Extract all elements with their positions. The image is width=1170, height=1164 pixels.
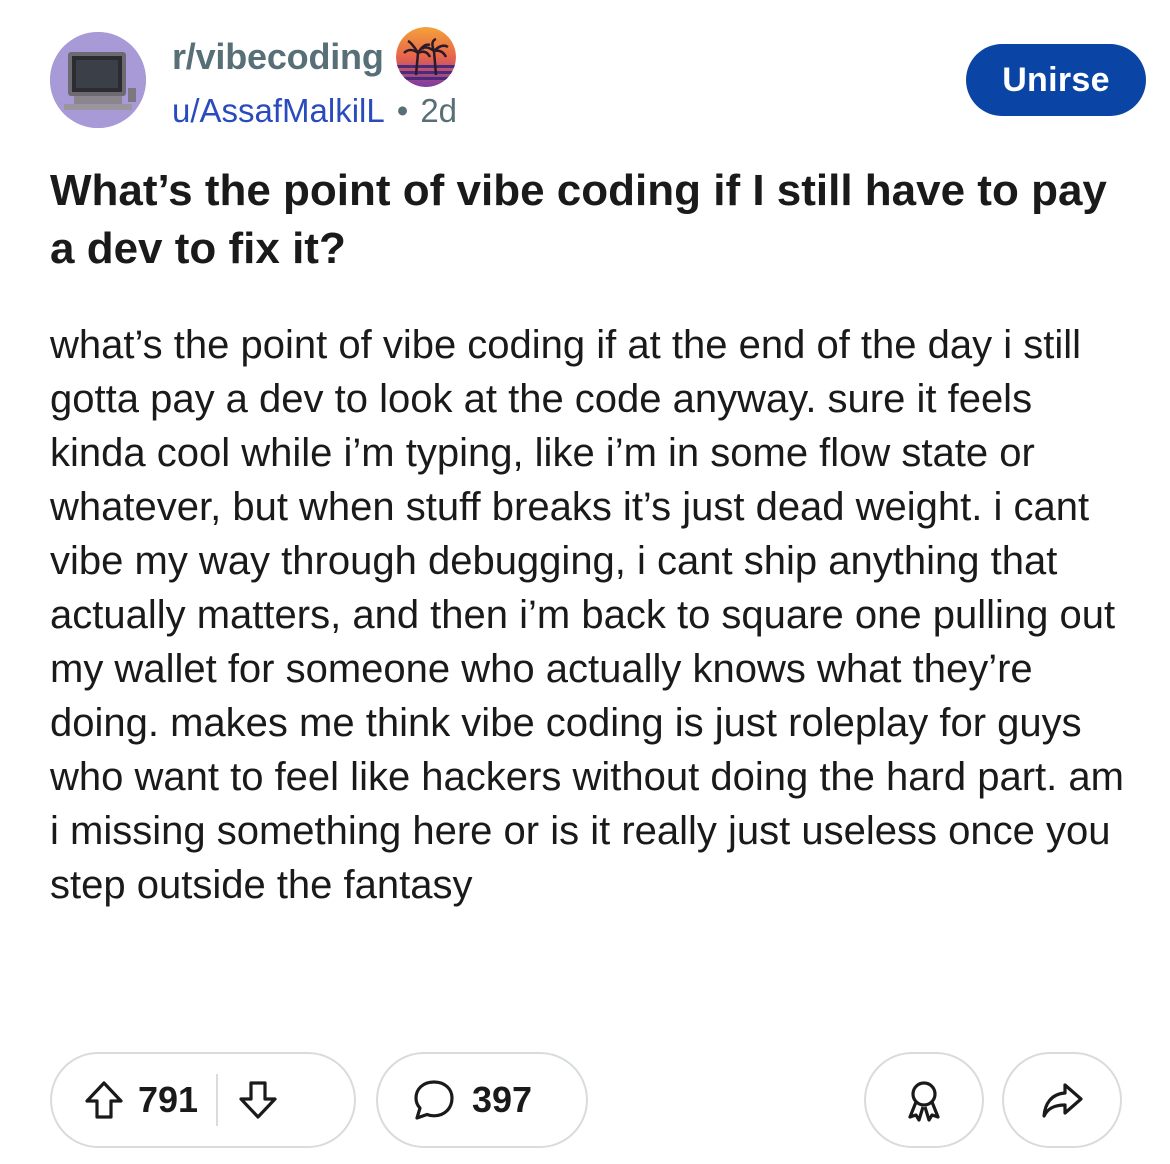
post-header: r/vibecoding u/AssafMalkilL • 2d Unirse bbox=[50, 27, 1146, 134]
post-body: what’s the point of vibe coding if at th… bbox=[50, 323, 1124, 907]
post-action-bar: 791 397 bbox=[50, 1052, 1122, 1148]
author-username[interactable]: u/AssafMalkilL bbox=[172, 92, 385, 130]
award-button[interactable] bbox=[864, 1052, 984, 1148]
comment-count: 397 bbox=[472, 1079, 533, 1120]
downvote-arrow-icon[interactable] bbox=[236, 1078, 280, 1122]
comment-bubble-icon bbox=[410, 1076, 458, 1124]
meta-separator: • bbox=[396, 92, 409, 129]
palm-sunset-icon bbox=[395, 27, 456, 87]
post-title: What’s the point of vibe coding if I sti… bbox=[50, 166, 1107, 273]
share-arrow-icon bbox=[1039, 1077, 1085, 1123]
comments-button[interactable]: 397 bbox=[376, 1052, 588, 1148]
award-ribbon-icon bbox=[901, 1077, 947, 1123]
share-button[interactable] bbox=[1002, 1052, 1122, 1148]
vote-control: 791 bbox=[50, 1052, 356, 1148]
vote-divider bbox=[216, 1074, 219, 1126]
upvote-arrow-icon[interactable] bbox=[82, 1078, 126, 1122]
subreddit-avatar[interactable] bbox=[50, 32, 146, 128]
join-button[interactable]: Unirse bbox=[966, 44, 1146, 116]
post-age: 2d bbox=[420, 92, 458, 129]
author-row: u/AssafMalkilL • 2d bbox=[172, 88, 457, 134]
subreddit-name[interactable]: r/vibecoding bbox=[172, 36, 384, 78]
post-meta: r/vibecoding u/AssafMalkilL • 2d bbox=[172, 27, 457, 134]
upvote-count: 791 bbox=[138, 1079, 199, 1120]
subreddit-row: r/vibecoding bbox=[172, 27, 457, 87]
